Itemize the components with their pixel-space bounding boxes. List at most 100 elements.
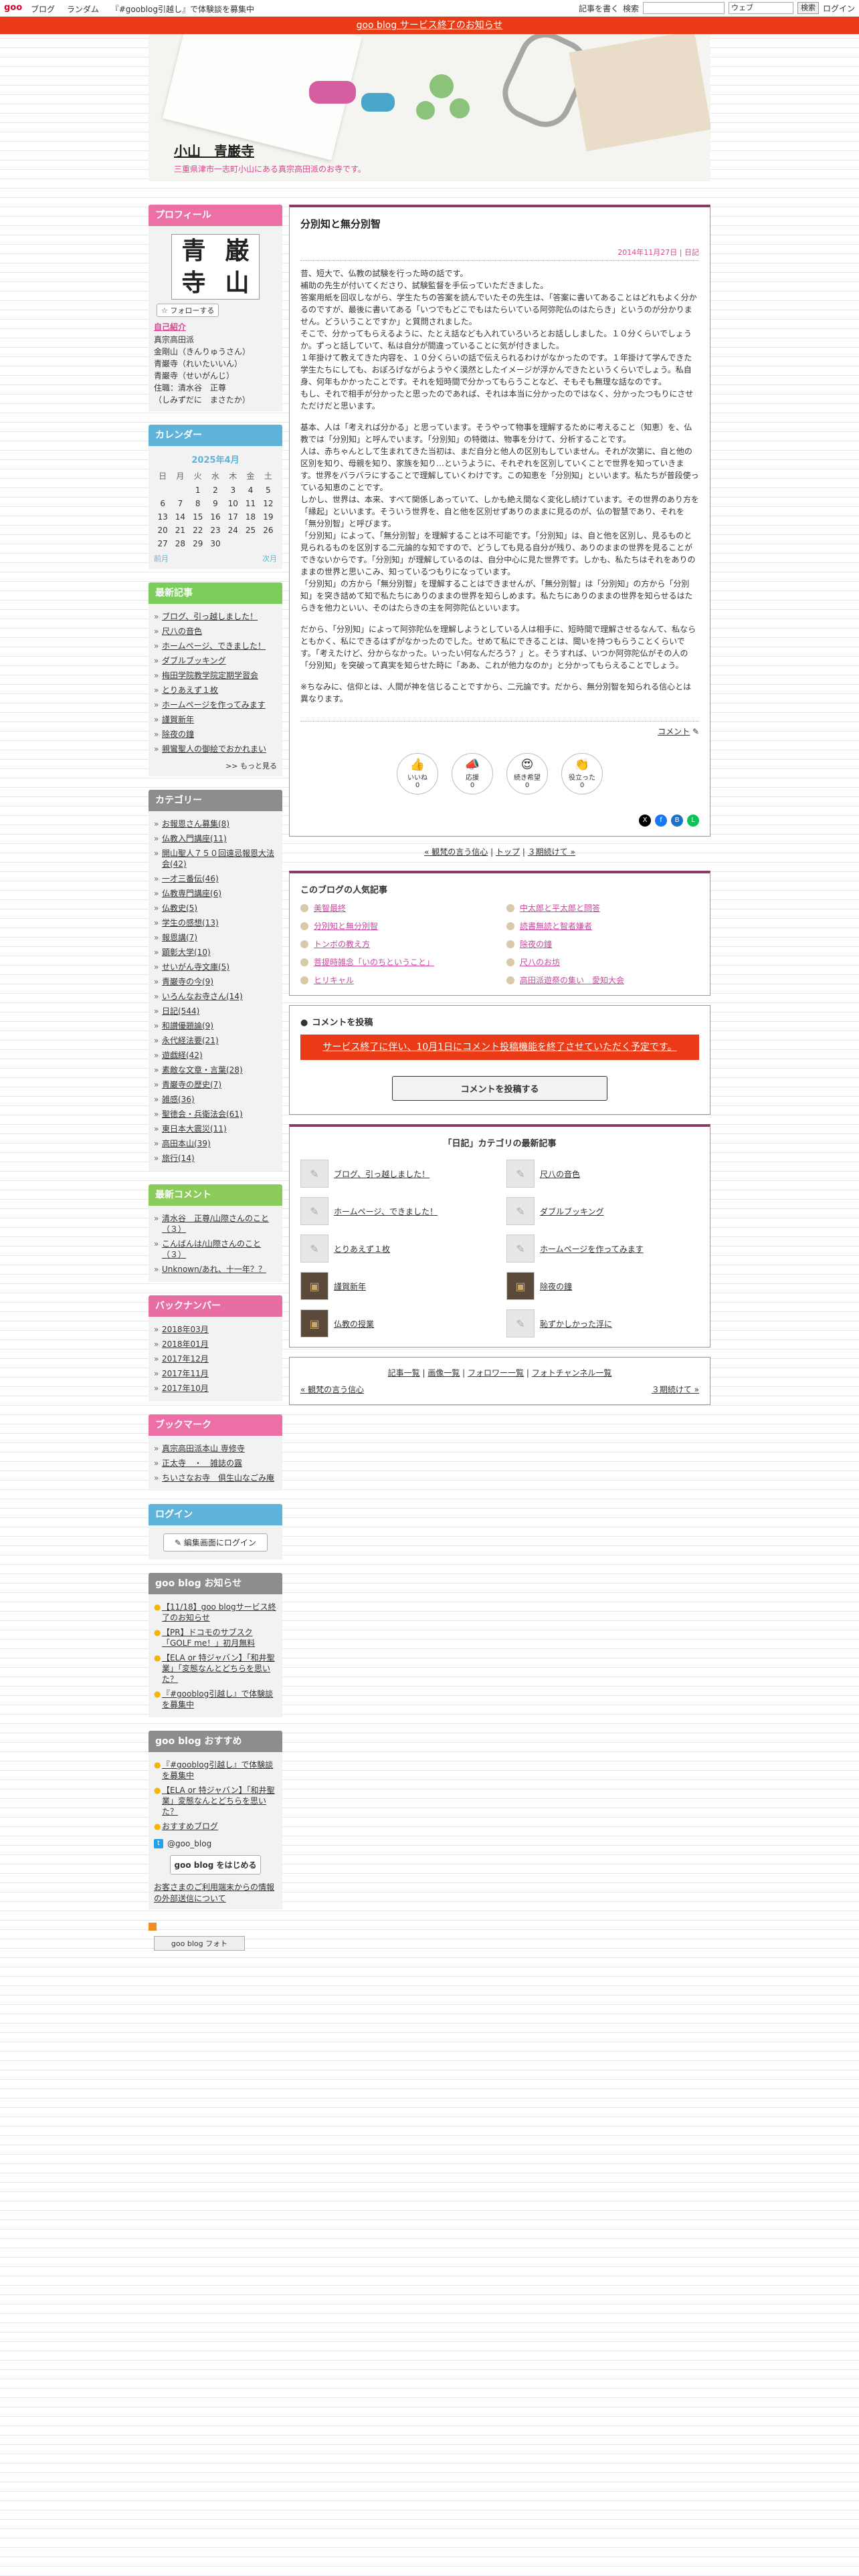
category-link[interactable]: 雑感(36): [162, 1095, 195, 1104]
popular-article-link[interactable]: 尺八のお坊: [520, 956, 560, 968]
calendar-next-link[interactable]: 次月: [262, 553, 277, 564]
footer-next-link[interactable]: ３期続けて »: [652, 1384, 699, 1395]
article-thumbnail-icon[interactable]: ✎: [300, 1160, 328, 1188]
calendar-prev-link[interactable]: 前月: [154, 553, 169, 564]
search-button[interactable]: 検索: [797, 2, 819, 14]
more-articles-link[interactable]: >> もっと見る: [154, 760, 277, 771]
backnumber-link[interactable]: 2018年03月: [162, 1325, 209, 1334]
footer-link[interactable]: フォロワー一覧: [468, 1368, 524, 1378]
recent-article-link[interactable]: ホームページ、できました！: [162, 641, 266, 651]
prev-article-link[interactable]: « 観梵の言う信心: [424, 847, 488, 857]
article-title[interactable]: 分別知と無分別智: [300, 217, 699, 231]
follow-button[interactable]: ☆ フォローする: [157, 304, 219, 317]
category-link[interactable]: 青巌寺の今(9): [162, 977, 213, 986]
goo-news-link[interactable]: 『#gooblog引越し』で体験談を募集中: [162, 1689, 273, 1709]
nav-random-link[interactable]: ランダム: [67, 5, 99, 14]
comment-link-label[interactable]: コメント: [658, 727, 690, 736]
category-link[interactable]: 学生の感想(13): [162, 918, 219, 928]
recent-comment-link[interactable]: こんばんは/山際さんのこと（３）: [162, 1239, 261, 1259]
edit-login-button[interactable]: ✎ 編集画面にログイン: [163, 1533, 268, 1551]
comment-end-alert[interactable]: サービス終了に伴い、10月1日にコメント投稿機能を終了させていただく予定です。: [300, 1035, 699, 1060]
article-thumbnail-icon[interactable]: ✎: [300, 1197, 328, 1225]
category-link[interactable]: 東日本大震災(11): [162, 1124, 227, 1134]
category-link[interactable]: せいがん寺文庫(5): [162, 962, 229, 972]
category-latest-link[interactable]: 謹賀新年: [334, 1281, 366, 1292]
goo-recommend-link[interactable]: おすすめブログ: [162, 1822, 218, 1831]
recent-article-link[interactable]: とりあえず１枚: [162, 685, 218, 695]
reaction-button[interactable]: 😍 続き希望 0: [506, 753, 548, 794]
article-thumbnail-icon[interactable]: ✎: [506, 1309, 535, 1337]
start-goo-blog-button[interactable]: goo blog をはじめる: [170, 1855, 261, 1874]
category-link[interactable]: 青巌寺の歴史(7): [162, 1080, 221, 1089]
category-link[interactable]: 素敵な文章・言葉(28): [162, 1065, 243, 1075]
recent-article-link[interactable]: ブログ、引っ越しました！: [162, 612, 258, 621]
rss-icon[interactable]: [149, 1923, 157, 1931]
line-share-icon[interactable]: L: [687, 815, 699, 827]
article-thumbnail-icon[interactable]: ▣: [300, 1309, 328, 1337]
category-latest-link[interactable]: ホームページを作ってみます: [540, 1243, 644, 1255]
bookmark-link[interactable]: 正太寺 ・ 雑誌の露: [162, 1459, 242, 1468]
reaction-button[interactable]: 👏 役立った 0: [561, 753, 603, 794]
goo-news-link[interactable]: 【ELA or 特ジャバン】「和井聖業」「変態なんとどちらを思いた？: [162, 1653, 275, 1684]
next-article-link[interactable]: ３期続けて »: [528, 847, 575, 857]
article-thumbnail-icon[interactable]: ✎: [300, 1235, 328, 1263]
category-link[interactable]: 仏教史(5): [162, 903, 197, 913]
category-link[interactable]: 旅行(14): [162, 1154, 195, 1163]
footer-prev-link[interactable]: « 観梵の言う信心: [300, 1384, 364, 1395]
popular-article-link[interactable]: 高田派遊祭の集い 愛知大会: [520, 974, 624, 986]
nav-blog-link[interactable]: ブログ: [31, 5, 55, 14]
category-link[interactable]: 仏教専門講座(6): [162, 889, 221, 898]
goo-recommend-link[interactable]: 『#gooblog引越し』で体験談を募集中: [162, 1760, 273, 1780]
popular-article-link[interactable]: 読書無読と智者嫌者: [520, 920, 592, 932]
recent-comment-link[interactable]: 清水谷 正尊/山際さんのこと（３）: [162, 1214, 269, 1234]
bookmark-link[interactable]: ちいさなお寺 俱生山なごみ庵: [162, 1473, 274, 1483]
category-link[interactable]: 報恩講(7): [162, 933, 197, 942]
post-comment-button[interactable]: コメントを投稿する: [392, 1076, 607, 1101]
backnumber-link[interactable]: 2017年11月: [162, 1369, 209, 1378]
recent-article-link[interactable]: 親鸞聖人の御絵でおかれまい: [162, 744, 266, 754]
recent-article-link[interactable]: 謹賀新年: [162, 715, 194, 724]
backnumber-link[interactable]: 2018年01月: [162, 1339, 209, 1349]
write-article-link[interactable]: 記事を書く: [579, 3, 619, 14]
twitter-follow[interactable]: t @goo_blog: [154, 1839, 277, 1848]
reaction-button[interactable]: 👍 いいね 0: [397, 753, 438, 794]
recent-article-link[interactable]: 梅田学院教学院定期学習会: [162, 671, 258, 680]
category-latest-link[interactable]: 恥ずかしかった浮に: [540, 1318, 612, 1329]
backnumber-link[interactable]: 2017年10月: [162, 1384, 209, 1393]
popular-article-link[interactable]: 除夜の鐘: [520, 938, 552, 950]
recent-article-link[interactable]: 尺八の音色: [162, 627, 202, 636]
external-info-link[interactable]: お客さまのご利用端末からの情報の外部送信について: [154, 1883, 274, 1903]
search-scope-select[interactable]: ウェブ: [728, 2, 793, 14]
goo-photo-button[interactable]: goo blog フォト: [154, 1936, 245, 1951]
goo-news-link[interactable]: 【11/18】goo blogサービス終了のお知らせ: [162, 1602, 276, 1622]
category-link[interactable]: 日記(544): [162, 1006, 199, 1016]
category-link[interactable]: 和讃優題論(9): [162, 1021, 213, 1031]
footer-link[interactable]: フォトチャンネル一覧: [532, 1368, 612, 1378]
popular-article-link[interactable]: 分別知と無分別智: [314, 920, 378, 932]
category-link[interactable]: 遊戯経(42): [162, 1051, 203, 1060]
backnumber-link[interactable]: 2017年12月: [162, 1354, 209, 1364]
recent-article-link[interactable]: 除夜の鐘: [162, 730, 194, 739]
article-thumbnail-icon[interactable]: ✎: [506, 1197, 535, 1225]
login-link[interactable]: ログイン: [823, 3, 855, 14]
hatena-share-icon[interactable]: B: [671, 815, 683, 827]
popular-article-link[interactable]: 中太郎と平太郎と問答: [520, 902, 600, 914]
category-link[interactable]: 顕彰大学(10): [162, 948, 211, 957]
popular-article-link[interactable]: トンボの教え方: [314, 938, 370, 950]
article-thumbnail-icon[interactable]: ✎: [506, 1160, 535, 1188]
footer-link[interactable]: 記事一覧: [388, 1368, 420, 1378]
category-latest-link[interactable]: ダブルブッキング: [540, 1206, 604, 1217]
category-latest-link[interactable]: とりあえず１枚: [334, 1243, 390, 1255]
category-link[interactable]: いろんなお寺さん(14): [162, 992, 243, 1001]
comment-link[interactable]: コメント ✎: [300, 721, 699, 737]
category-link[interactable]: 聖徳会・兵衛法会(61): [162, 1109, 243, 1119]
category-latest-link[interactable]: ブログ、引っ越しました！: [334, 1168, 430, 1180]
category-link[interactable]: 開山聖人７５０回遠忌報恩大法会(42): [162, 849, 274, 869]
category-latest-link[interactable]: 尺八の音色: [540, 1168, 580, 1180]
article-thumbnail-icon[interactable]: ▣: [300, 1272, 328, 1300]
search-input[interactable]: [642, 2, 725, 14]
recent-article-link[interactable]: ホームページを作ってみます: [162, 700, 266, 710]
category-link[interactable]: お報恩さん募集(8): [162, 819, 229, 829]
article-thumbnail-icon[interactable]: ✎: [506, 1235, 535, 1263]
facebook-share-icon[interactable]: f: [655, 815, 667, 827]
